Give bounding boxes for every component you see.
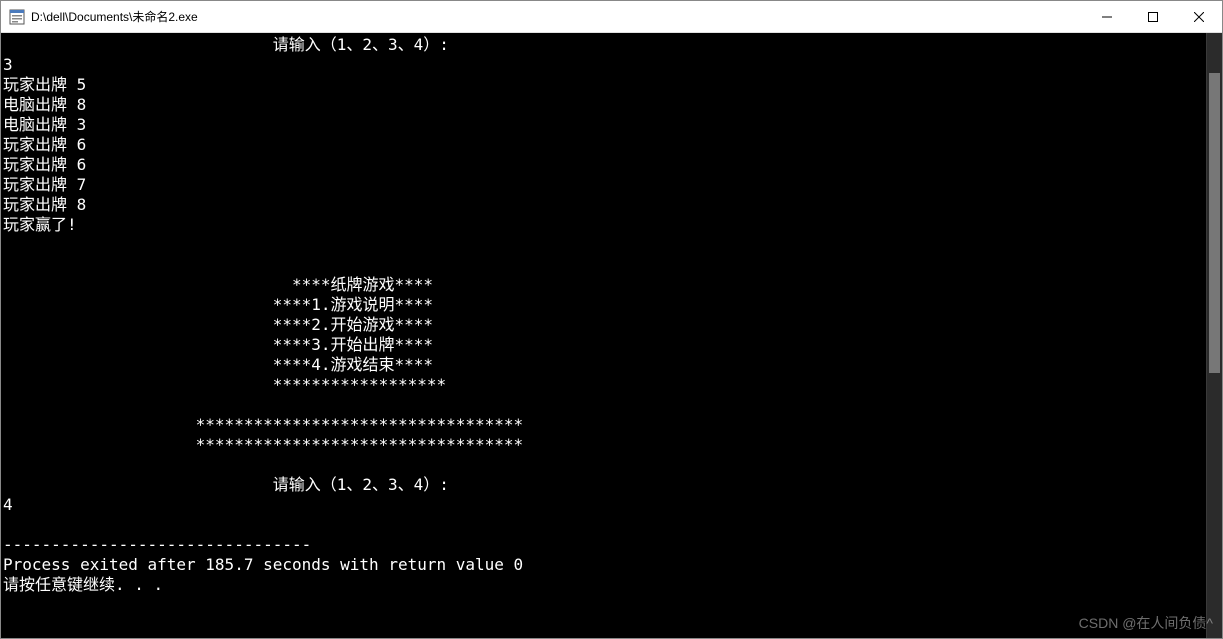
indent	[3, 315, 273, 334]
result-line: 玩家赢了!	[3, 215, 77, 234]
indent	[3, 435, 196, 454]
console-output[interactable]: 请输入（1、2、3、4）: 3 玩家出牌 5 电脑出牌 8 电脑出牌 3 玩家出…	[1, 33, 1206, 638]
stars: **********************************	[196, 435, 524, 454]
indent	[3, 335, 273, 354]
stars: **********************************	[196, 415, 524, 434]
separator-line: **********************************	[3, 415, 523, 434]
play-line: 玩家出牌 8	[3, 195, 86, 214]
play-line: 玩家出牌 5	[3, 75, 86, 94]
dashes-line: --------------------------------	[3, 535, 311, 554]
menu-item: ****3.开始出牌****	[273, 335, 433, 354]
titlebar-left: D:\dell\Documents\未命名2.exe	[1, 8, 198, 25]
prompt-text: 请输入（1、2、3、4）:	[273, 35, 449, 54]
indent	[3, 375, 273, 394]
minimize-button[interactable]	[1084, 1, 1130, 32]
scrollbar-thumb[interactable]	[1209, 73, 1220, 373]
indent	[3, 275, 292, 294]
play-line: 玩家出牌 6	[3, 135, 86, 154]
indent	[3, 355, 273, 374]
prompt-text: 请输入（1、2、3、4）:	[273, 475, 449, 494]
separator-line: **********************************	[3, 435, 523, 454]
prompt-line: 请输入（1、2、3、4）:	[3, 35, 449, 54]
play-line: 电脑出牌 8	[3, 95, 86, 114]
titlebar: D:\dell\Documents\未命名2.exe	[1, 1, 1222, 33]
continue-message: 请按任意键继续. . .	[3, 575, 163, 594]
app-icon	[9, 9, 25, 25]
indent	[3, 415, 196, 434]
menu-item: ****1.游戏说明****	[273, 295, 433, 314]
indent	[3, 475, 273, 494]
menu-item: ****4.游戏结束****	[273, 355, 433, 374]
console-area: 请输入（1、2、3、4）: 3 玩家出牌 5 电脑出牌 8 电脑出牌 3 玩家出…	[1, 33, 1222, 638]
user-input: 3	[3, 55, 13, 74]
menu-line: ****纸牌游戏****	[3, 275, 433, 294]
close-button[interactable]	[1176, 1, 1222, 32]
play-line: 玩家出牌 7	[3, 175, 86, 194]
indent	[3, 295, 273, 314]
menu-sep: ******************	[273, 375, 446, 394]
menu-title: ****纸牌游戏****	[292, 275, 433, 294]
maximize-button[interactable]	[1130, 1, 1176, 32]
play-line: 玩家出牌 6	[3, 155, 86, 174]
exit-message: Process exited after 185.7 seconds with …	[3, 555, 523, 574]
prompt-line: 请输入（1、2、3、4）:	[3, 475, 449, 494]
menu-line: ****1.游戏说明****	[3, 295, 433, 314]
play-line: 电脑出牌 3	[3, 115, 86, 134]
console-window: D:\dell\Documents\未命名2.exe 请输入（1、2、3、4）:…	[0, 0, 1223, 639]
menu-line: ****4.游戏结束****	[3, 355, 433, 374]
window-title: D:\dell\Documents\未命名2.exe	[31, 8, 198, 25]
window-controls	[1084, 1, 1222, 32]
menu-line: ****2.开始游戏****	[3, 315, 433, 334]
user-input: 4	[3, 495, 13, 514]
menu-line: ******************	[3, 375, 446, 394]
menu-item: ****2.开始游戏****	[273, 315, 433, 334]
scrollbar-track[interactable]	[1206, 33, 1222, 638]
indent	[3, 35, 273, 54]
menu-line: ****3.开始出牌****	[3, 335, 433, 354]
